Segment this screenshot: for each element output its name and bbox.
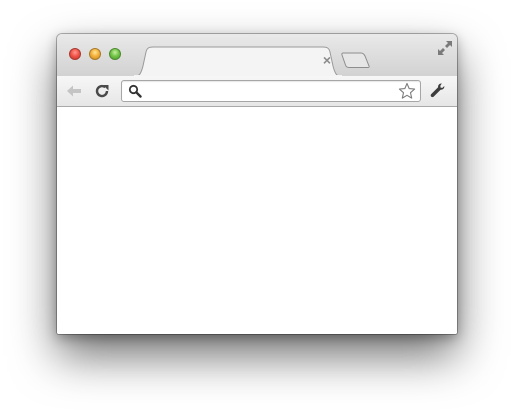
reload-button[interactable]: [93, 82, 111, 100]
tab-close-icon[interactable]: ×: [320, 53, 334, 67]
tab-strip: ×: [57, 34, 457, 77]
reload-icon: [95, 84, 109, 98]
address-input[interactable]: [146, 83, 392, 99]
settings-button[interactable]: [429, 82, 447, 100]
back-arrow-icon: [67, 85, 81, 97]
magnifier-icon: [128, 84, 142, 98]
window-zoom-button[interactable]: [109, 48, 121, 60]
window-close-button[interactable]: [69, 48, 81, 60]
new-tab-icon: [341, 52, 370, 68]
toolbar: [57, 76, 457, 107]
star-icon[interactable]: [398, 82, 416, 100]
tab-shape: [133, 46, 343, 77]
page-content: [57, 107, 457, 334]
new-tab-button[interactable]: [341, 52, 371, 68]
omnibox[interactable]: [121, 80, 421, 102]
browser-tab[interactable]: ×: [133, 46, 343, 77]
browser-window: ×: [57, 34, 457, 334]
window-minimize-button[interactable]: [89, 48, 101, 60]
back-button[interactable]: [65, 82, 83, 100]
fullscreen-icon[interactable]: [437, 40, 453, 56]
wrench-icon: [430, 83, 445, 98]
